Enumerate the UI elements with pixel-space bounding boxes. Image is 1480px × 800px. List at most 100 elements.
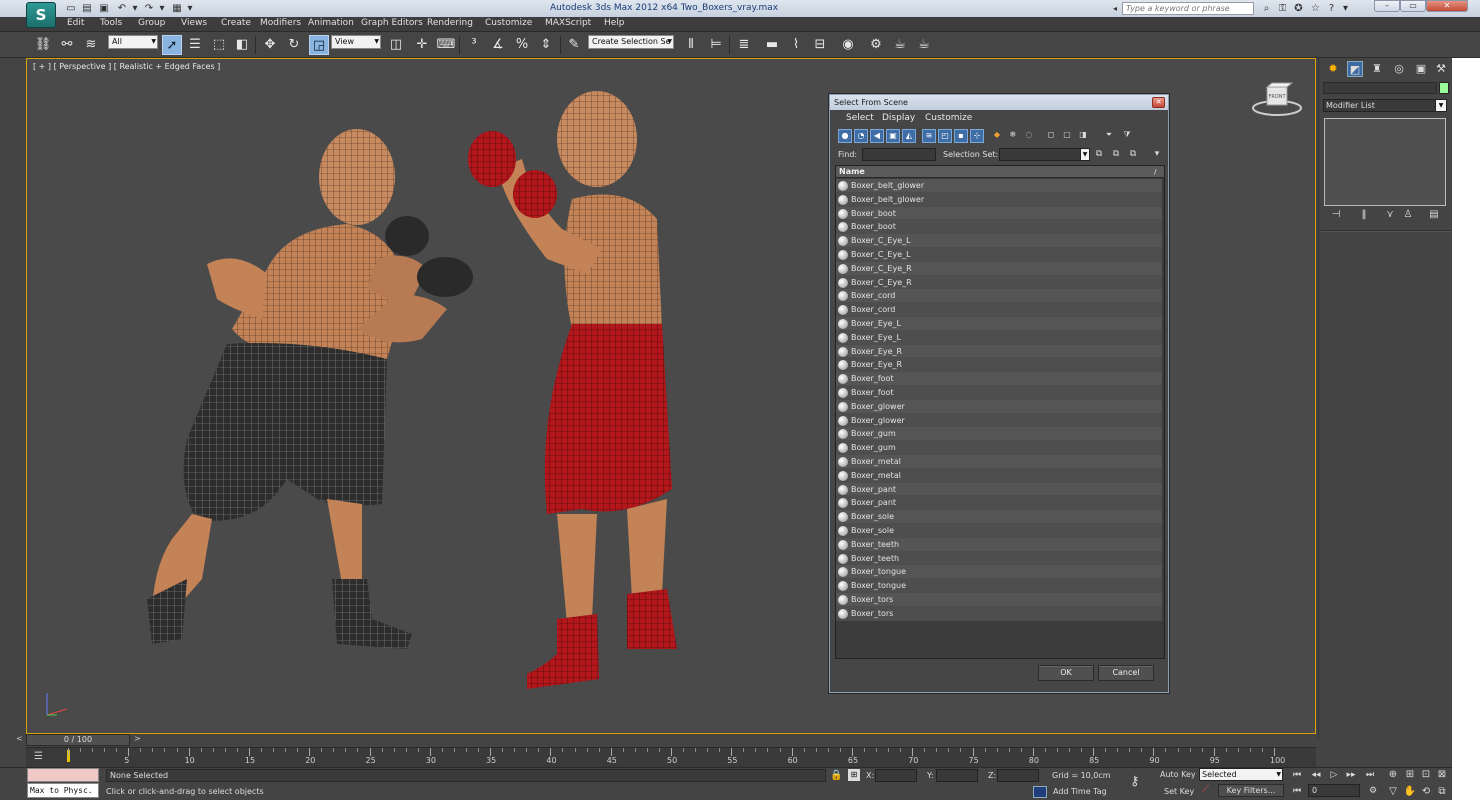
edit-selection-set-icon[interactable]: ⧉	[1110, 148, 1122, 161]
list-item[interactable]: Boxer_tors	[836, 606, 1162, 621]
menu-views[interactable]: Views	[181, 18, 207, 28]
bind-space-warp-icon[interactable]: ≋	[81, 35, 101, 55]
display-groups-icon[interactable]: ◰	[938, 129, 952, 143]
delete-selection-set-icon[interactable]: ⧉	[1127, 148, 1139, 161]
display-geometry-icon[interactable]: ●	[838, 129, 852, 143]
modify-tab-icon[interactable]: ◩	[1347, 61, 1363, 77]
next-frame-icon[interactable]: >	[134, 734, 141, 743]
modifier-list-dropdown[interactable]: Modifier List	[1323, 99, 1447, 112]
menu-edit[interactable]: Edit	[67, 18, 84, 28]
display-xrefs-icon[interactable]: ▪	[954, 129, 968, 143]
list-item[interactable]: Boxer_cord	[836, 303, 1162, 317]
list-item[interactable]: Boxer_metal	[836, 468, 1162, 483]
y-coordinate-field[interactable]	[936, 769, 978, 782]
keyboard-shortcut-override-icon[interactable]: ⌨	[436, 35, 456, 55]
display-lights-icon[interactable]: ◀	[870, 129, 884, 143]
list-item[interactable]: Boxer_gum	[836, 441, 1162, 455]
rectangular-selection-icon[interactable]: ⬚	[209, 35, 229, 55]
utilities-tab-icon[interactable]: ⚒	[1433, 61, 1449, 77]
ok-button[interactable]: OK	[1038, 665, 1094, 681]
key-mode-toggle-icon[interactable]: ⏮	[1290, 785, 1304, 797]
modifier-list-arrow-icon[interactable]: ▼	[1435, 99, 1447, 112]
display-space-warps-icon[interactable]: ≋	[922, 129, 936, 143]
communication-center-icon[interactable]: ✪	[1292, 2, 1305, 15]
object-color-swatch[interactable]	[1439, 82, 1449, 94]
select-manipulate-icon[interactable]: ✛	[412, 35, 432, 55]
create-tab-icon[interactable]: ✹	[1325, 61, 1341, 77]
show-end-result-icon[interactable]: ‖	[1357, 208, 1371, 222]
link-icon[interactable]: ⛓	[33, 35, 53, 55]
spinner-snap-icon[interactable]: ⇕	[536, 35, 556, 55]
align-icon[interactable]: ⊨	[706, 35, 726, 55]
column-header-name[interactable]: Name /	[836, 166, 1164, 178]
display-cameras-icon[interactable]: ▣	[886, 129, 900, 143]
display-containers-icon[interactable]: ◆	[990, 129, 1004, 143]
display-bones-icon[interactable]: ⊹	[970, 129, 984, 143]
help-search-input[interactable]: Type a keyword or phrase	[1122, 2, 1254, 15]
list-item[interactable]: Boxer_C_Eye_L	[836, 247, 1162, 262]
list-item[interactable]: Boxer_pant	[836, 482, 1162, 497]
list-item[interactable]: Boxer_foot	[836, 385, 1162, 400]
percent-snap-icon[interactable]: %	[512, 35, 532, 55]
track-bar[interactable]: ☰ 5 10 15 20 25 30 35 40 45 50 55 60 65 70 75 80 85 90 95 1…	[26, 747, 1316, 767]
save-icon[interactable]: ▣	[97, 2, 111, 15]
project-folder-icon[interactable]: ▦	[170, 2, 184, 15]
list-item[interactable]: Boxer_belt_glower	[836, 179, 1162, 193]
maximize-button[interactable]: ▭	[1400, 0, 1426, 12]
go-to-start-icon[interactable]: ⏮	[1290, 769, 1304, 781]
hierarchy-tab-icon[interactable]: ♜	[1369, 61, 1385, 77]
help-dropdown-icon[interactable]: ▾	[1339, 2, 1352, 15]
list-item[interactable]: Boxer_tongue	[836, 565, 1162, 580]
list-item[interactable]: Boxer_metal	[836, 454, 1162, 469]
x-coordinate-field[interactable]	[875, 769, 917, 782]
display-frozen-icon[interactable]: ❄	[1006, 129, 1020, 143]
auto-key-button[interactable]: Auto Key	[1160, 770, 1196, 779]
list-item[interactable]: Boxer_belt_glower	[836, 192, 1162, 207]
find-input[interactable]	[862, 148, 936, 161]
undo-dropdown-icon[interactable]: ▾	[128, 2, 142, 15]
select-all-icon[interactable]: ◻	[1044, 129, 1058, 143]
default-tangents-icon[interactable]: ⟋	[1202, 784, 1209, 795]
list-scrollbar[interactable]	[1164, 179, 1165, 259]
list-item[interactable]: Boxer_pant	[836, 496, 1162, 511]
go-to-end-icon[interactable]: ⏭	[1363, 769, 1377, 781]
list-item[interactable]: Boxer_Eye_R	[836, 344, 1162, 359]
list-item[interactable]: Boxer_gum	[836, 427, 1162, 442]
reference-coordinate-dropdown[interactable]: View	[331, 35, 381, 49]
time-configuration-icon[interactable]: ⚙	[1366, 785, 1380, 797]
render-production-icon[interactable]: ☕	[914, 35, 934, 55]
left-boxer-model[interactable]	[147, 129, 473, 649]
menu-modifiers[interactable]: Modifiers	[260, 18, 301, 28]
menu-graph-editors[interactable]: Graph Editors	[361, 18, 423, 28]
list-item[interactable]: Boxer_C_Eye_L	[836, 234, 1162, 248]
redo-icon[interactable]: ↷	[142, 2, 156, 15]
help-icon[interactable]: ?	[1325, 2, 1338, 15]
configure-modifier-sets-icon[interactable]: ▤	[1427, 208, 1441, 222]
dialog-close-button[interactable]: ✕	[1152, 97, 1165, 108]
viewport-label[interactable]: [ + ] [ Perspective ] [ Realistic + Edge…	[33, 62, 220, 71]
application-button[interactable]: S	[26, 2, 56, 28]
menu-customize[interactable]: Customize	[485, 18, 532, 28]
search-expand-icon[interactable]: ◂	[1113, 2, 1121, 15]
list-item[interactable]: Boxer_teeth	[836, 551, 1162, 566]
current-frame-field[interactable]: 0	[1308, 784, 1360, 797]
angle-snap-icon[interactable]: ∡	[488, 35, 508, 55]
maxscript-listener-output[interactable]	[27, 768, 99, 782]
minimize-button[interactable]: –	[1374, 0, 1400, 12]
display-tab-icon[interactable]: ▣	[1413, 61, 1429, 77]
remove-modifier-icon[interactable]: ♙	[1401, 208, 1415, 222]
quick-access-dropdown-icon[interactable]: ▾	[183, 2, 197, 15]
filter-settings-icon[interactable]: ⧩	[1120, 129, 1134, 143]
window-crossing-icon[interactable]: ◧	[232, 35, 252, 55]
pan-view-icon[interactable]: ✋	[1403, 785, 1417, 798]
set-key-button[interactable]: Set Key	[1164, 787, 1194, 796]
z-coordinate-field[interactable]	[997, 769, 1039, 782]
dialog-menu-display[interactable]: Display	[882, 113, 915, 123]
set-keys-icon[interactable]: ⚷	[1130, 774, 1140, 789]
render-setup-icon[interactable]: ⚙	[866, 35, 886, 55]
object-name-field[interactable]	[1323, 82, 1437, 94]
maximize-viewport-icon[interactable]: ⧉	[1435, 785, 1449, 798]
select-object-icon[interactable]: ➚	[162, 35, 182, 55]
selection-filter-dropdown[interactable]: All	[108, 35, 158, 49]
rendered-frame-window-icon[interactable]: ☕	[890, 35, 910, 55]
